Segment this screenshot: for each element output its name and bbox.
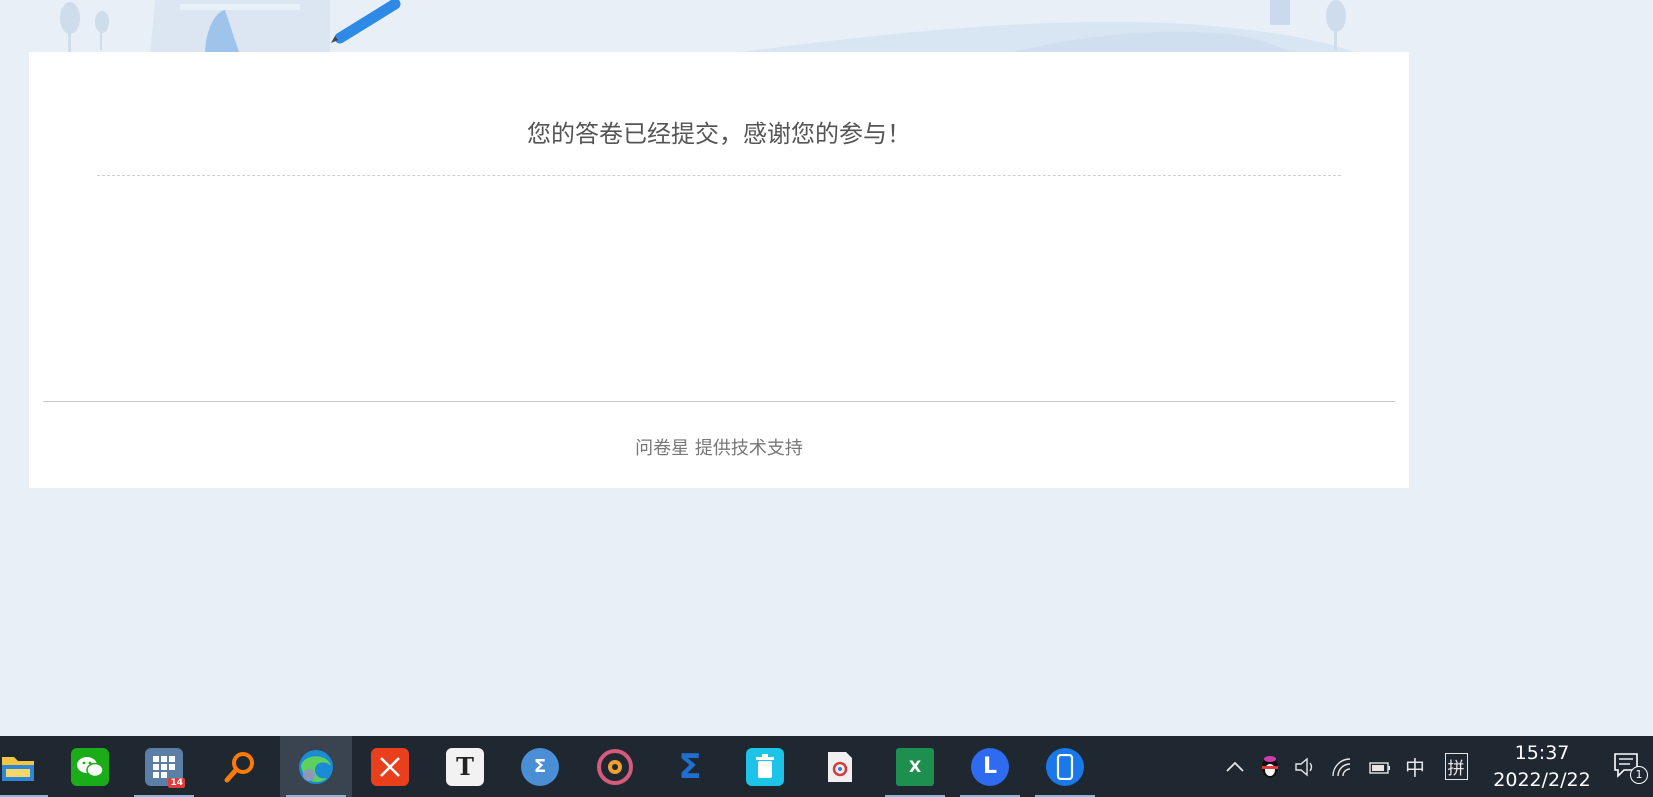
taskbar-typora[interactable]: T xyxy=(429,736,501,797)
ime-mode-indicator[interactable]: 拼 xyxy=(1440,736,1472,797)
dashed-divider xyxy=(97,175,1341,176)
disc-icon xyxy=(597,748,633,785)
clock-date: 2022/2/22 xyxy=(1493,769,1591,791)
speaker-icon xyxy=(1295,757,1313,776)
taskbar-search-tool[interactable] xyxy=(204,736,276,797)
chevron-up-icon xyxy=(1226,761,1244,772)
magnifier-icon xyxy=(224,751,254,782)
qq-penguin-icon xyxy=(1262,755,1278,778)
tray-volume[interactable] xyxy=(1290,736,1322,797)
taskbar-math-tool[interactable]: Σ xyxy=(504,736,576,797)
taskbar-xmind[interactable] xyxy=(354,736,426,797)
tray-battery[interactable] xyxy=(1363,736,1395,797)
taskbar-wps-pdf[interactable] xyxy=(804,736,876,797)
taskbar-excel[interactable]: X xyxy=(879,736,951,797)
taskbar-edge-browser[interactable] xyxy=(280,736,352,797)
thank-you-message: 您的答卷已经提交，感谢您的参与！ xyxy=(527,120,911,148)
battery-plug-icon xyxy=(1369,761,1390,774)
ime-mode-label: 拼 xyxy=(1444,753,1468,780)
bin-icon xyxy=(746,747,784,786)
taskbar-recycle-app[interactable] xyxy=(729,736,801,797)
calendar-badge: 14 xyxy=(168,777,185,788)
taskbar-phone-link[interactable] xyxy=(1029,736,1101,797)
taskbar-lark[interactable]: L xyxy=(954,736,1026,797)
tray-network[interactable] xyxy=(1327,736,1359,797)
banner-illustration xyxy=(60,0,1360,55)
edge-icon xyxy=(299,749,333,784)
calendar-grid-icon: 14 xyxy=(145,747,185,788)
pdf-icon xyxy=(828,751,852,782)
footer-divider xyxy=(43,401,1395,402)
x-close-icon xyxy=(371,747,409,786)
submission-card: 您的答卷已经提交，感谢您的参与！ 问卷星 提供技术支持 xyxy=(29,52,1409,488)
taskbar-calendar-app[interactable]: 14 xyxy=(128,736,200,797)
l-letter-icon: L xyxy=(971,747,1009,786)
sigma-icon: Σ xyxy=(678,746,702,787)
header-banner xyxy=(0,0,1653,55)
ime-language-indicator[interactable]: 中 xyxy=(1399,736,1431,797)
taskbar-music-player[interactable] xyxy=(579,736,651,797)
show-hidden-icons-button[interactable] xyxy=(1220,736,1250,797)
sigma-circle-icon: Σ xyxy=(521,747,559,786)
t-letter-icon: T xyxy=(446,747,484,786)
folder-icon xyxy=(2,756,34,781)
notification-count-badge: 1 xyxy=(1630,766,1648,784)
powered-by-footer[interactable]: 问卷星 提供技术支持 xyxy=(29,434,1409,460)
taskbar-file-explorer[interactable] xyxy=(0,736,54,797)
phone-icon xyxy=(1046,747,1084,786)
taskbar-mathtype[interactable]: Σ xyxy=(654,736,726,797)
taskbar-wechat[interactable] xyxy=(54,736,126,797)
clock-time: 15:37 xyxy=(1514,742,1570,764)
windows-taskbar: 14 T Σ Σ X L 中 拼 15:37 2022/2/22 1 xyxy=(0,736,1653,797)
tray-qq[interactable] xyxy=(1254,736,1286,797)
taskbar-clock[interactable]: 15:37 2022/2/22 xyxy=(1480,740,1604,794)
wifi-icon xyxy=(1332,757,1351,776)
excel-icon: X xyxy=(896,747,934,786)
wechat-icon xyxy=(71,747,109,786)
notification-center-button[interactable]: 1 xyxy=(1612,750,1648,784)
